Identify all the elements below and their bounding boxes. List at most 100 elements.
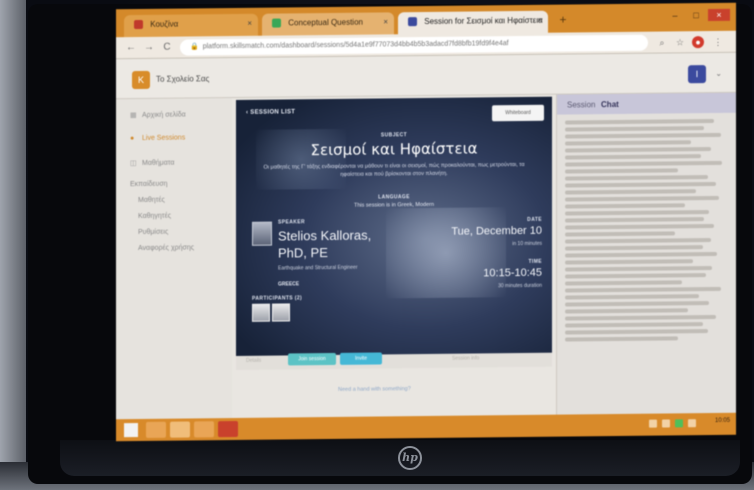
new-tab-button[interactable]: + <box>556 12 570 27</box>
browser-tab[interactable]: Conceptual Question × <box>262 12 394 36</box>
tab-session[interactable]: Session <box>567 100 595 109</box>
lock-icon: 🔒 <box>190 43 199 51</box>
app-logo[interactable]: K <box>132 70 150 90</box>
tab-favicon-icon <box>272 18 281 29</box>
tab-label: Session for Σεισμοί και Ηφαίστεια <box>424 16 543 27</box>
participant-avatar[interactable] <box>252 303 270 322</box>
background-glow <box>386 207 506 299</box>
reload-icon[interactable]: C <box>160 41 174 55</box>
whiteboard-button[interactable]: Whiteboard <box>492 104 544 122</box>
card-footer <box>236 352 552 370</box>
session-time: 10:15-10:45 <box>483 266 542 280</box>
chat-message-line <box>565 132 721 139</box>
tray-icon[interactable] <box>662 419 670 428</box>
extension-icon[interactable]: ● <box>692 36 704 49</box>
chat-message-line <box>565 308 689 314</box>
sidebar-item-live-sessions[interactable]: ● Live Sessions <box>130 135 185 152</box>
chat-message-line <box>565 238 711 244</box>
sidebar-item-teachers[interactable]: Καθηγητές <box>138 213 171 229</box>
chat-message-line <box>565 181 716 188</box>
speaker-photo <box>252 221 272 246</box>
close-icon[interactable]: × <box>247 19 252 28</box>
desk-surface <box>0 0 26 490</box>
taskbar-app-icon[interactable] <box>170 421 190 438</box>
menu-dots-icon[interactable]: ⋮ <box>712 36 724 48</box>
address-bar[interactable]: 🔒 platform.skillsmatch.com/dashboard/sess… <box>180 34 648 56</box>
chat-message-line <box>565 314 716 321</box>
app-name: Το Σχολείο Σας <box>156 74 210 84</box>
sidebar-item-reports[interactable]: Αναφορές χρήσης <box>138 244 194 261</box>
url-text: platform.skillsmatch.com/dashboard/sessi… <box>202 40 509 51</box>
chat-message-line <box>565 154 702 160</box>
tab-favicon-icon <box>134 20 143 30</box>
window-controls: – □ × <box>666 8 730 22</box>
avatar[interactable]: Ι <box>688 65 706 84</box>
session-subject: Σεισμοί και Ηφαίστεια <box>310 139 478 160</box>
tray-icon[interactable] <box>649 419 657 428</box>
sidebar-item-label: Live Sessions <box>142 134 186 142</box>
close-icon[interactable]: × <box>383 17 388 26</box>
sidebar-section-label: Εκπαίδευση <box>130 180 168 189</box>
chat-message-line <box>565 286 721 293</box>
chat-message-line <box>565 203 685 209</box>
app-header: K Το Σχολείο Σας Ι ⌄ <box>116 52 736 100</box>
back-to-session-list-link[interactable]: ‹ SESSION LIST <box>246 109 295 116</box>
sidebar-item-settings[interactable]: Ρυθμίσεις <box>138 229 168 245</box>
live-dot-icon: ● <box>130 135 135 143</box>
chat-message-line <box>565 336 679 342</box>
chat-message-line <box>565 168 679 174</box>
chat-message-line <box>565 175 708 181</box>
chat-messages <box>565 118 727 345</box>
zoom-icon[interactable]: ⌕ <box>656 36 668 48</box>
taskbar-app-icon[interactable] <box>194 421 214 438</box>
maximize-icon[interactable]: □ <box>687 9 705 21</box>
chat-message-line <box>565 259 693 265</box>
taskbar-clock: 10:05 <box>714 417 730 424</box>
chat-message-line <box>565 140 692 146</box>
taskbar-app-icon[interactable] <box>146 421 166 438</box>
chat-message-line <box>565 147 711 153</box>
taskbar-app-icon[interactable] <box>218 420 238 438</box>
chat-message-line <box>565 195 719 202</box>
sidebar-item-label: Αρχική σελίδα <box>142 111 186 119</box>
tab-label: Κουζίνα <box>150 19 179 30</box>
chat-message-line <box>565 294 700 300</box>
chat-message-line <box>565 329 708 335</box>
tab-chat[interactable]: Chat <box>601 100 619 109</box>
chat-message-line <box>565 301 710 307</box>
courses-icon: ◫ <box>130 160 137 168</box>
chat-message-line <box>565 273 706 279</box>
chat-message-line <box>565 189 697 195</box>
session-date: Tue, December 10 <box>451 224 542 238</box>
help-link[interactable]: Need a hand with something? <box>338 386 411 393</box>
chat-message-line <box>565 280 682 286</box>
session-description: Οι μαθητές της Γ' τάξης ενδιαφέρονται να… <box>263 161 525 178</box>
participants-heading: PARTICIPANTS (2) <box>252 295 303 302</box>
sidebar-item-home[interactable]: ▦ Αρχική σελίδα <box>130 111 186 128</box>
invite-button[interactable]: Invite <box>340 352 382 365</box>
session-date-relative: in 10 minutes <box>512 240 542 248</box>
participant-avatar[interactable] <box>272 303 290 322</box>
close-icon[interactable]: × <box>537 16 542 25</box>
sidebar-item-students[interactable]: Μαθητές <box>138 197 165 213</box>
network-icon[interactable] <box>675 419 683 428</box>
browser-tab-active[interactable]: Session for Σεισμοί και Ηφαίστεια × <box>398 10 548 35</box>
chat-message-line <box>565 251 718 258</box>
back-arrow-icon[interactable]: ← <box>124 41 138 55</box>
minimize-icon[interactable]: – <box>666 9 684 21</box>
star-icon[interactable]: ☆ <box>674 36 686 48</box>
join-session-button[interactable]: Join session <box>288 352 336 366</box>
forward-arrow-icon[interactable]: → <box>142 41 156 55</box>
start-menu-icon[interactable] <box>124 423 138 438</box>
footer-session-info-label: Session info <box>452 355 480 362</box>
tab-label: Conceptual Question <box>288 18 363 28</box>
sidebar-item-courses[interactable]: ◫ Μαθήματα <box>130 159 174 175</box>
volume-icon[interactable] <box>688 419 696 428</box>
time-heading: TIME <box>528 258 542 265</box>
date-heading: DATE <box>527 216 542 223</box>
browser-tab[interactable]: Κουζίνα × <box>124 13 258 38</box>
speaker-location: GREECE <box>278 281 300 288</box>
window-close-icon[interactable]: × <box>708 8 730 22</box>
system-tray <box>649 419 696 428</box>
chevron-down-icon[interactable]: ⌄ <box>715 69 722 78</box>
